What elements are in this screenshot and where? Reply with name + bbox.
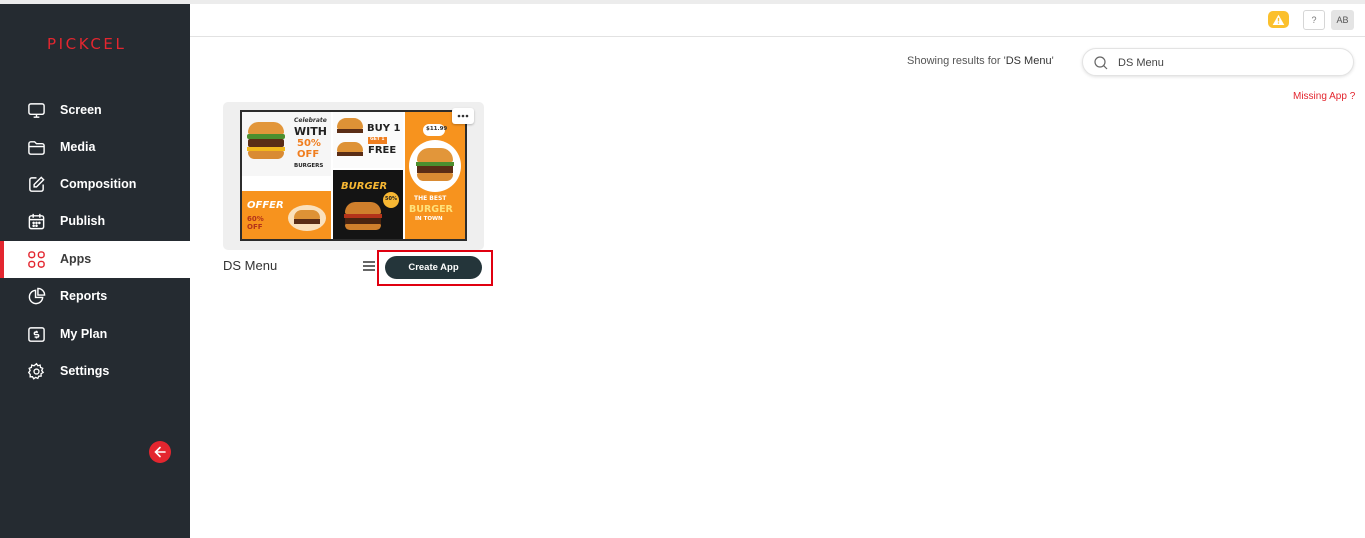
sidebar-item-label: My Plan xyxy=(60,327,108,341)
app-card-more-button[interactable] xyxy=(452,108,474,124)
thumb-panel-dark-burger: BURGER 50% xyxy=(333,170,403,239)
sidebar-item-my-plan[interactable]: My Plan xyxy=(0,316,190,353)
app-card-title: DS Menu xyxy=(223,258,278,273)
search-input[interactable] xyxy=(1118,53,1338,73)
sidebar-item-label: Screen xyxy=(60,103,102,117)
sidebar-item-label: Reports xyxy=(60,289,108,303)
sidebar-item-label: Publish xyxy=(60,214,106,228)
arrow-left-icon xyxy=(154,446,166,458)
search-results-query: DS Menu xyxy=(1005,55,1052,67)
thumb-panel-price: $11.99 THE BEST BURGER IN TOWN xyxy=(405,112,465,239)
hamburger-menu-icon[interactable] xyxy=(362,259,376,273)
calendar-icon xyxy=(27,212,46,231)
missing-app-link[interactable]: Missing App ? xyxy=(1293,91,1355,102)
edit-icon xyxy=(27,175,46,194)
sidebar-item-composition[interactable]: Composition xyxy=(0,166,190,203)
bell-alert-icon xyxy=(1272,14,1285,25)
help-button[interactable]: ? xyxy=(1303,10,1325,30)
sidebar-item-label: Settings xyxy=(60,364,110,378)
gear-icon xyxy=(27,362,46,381)
monitor-icon xyxy=(27,101,46,120)
more-horizontal-icon xyxy=(457,114,469,118)
sidebar-item-publish[interactable]: Publish xyxy=(0,203,190,240)
app-root: PICKCEL Screen Media Composition Publish xyxy=(0,0,1365,538)
app-thumbnail: Celebrate WITH 50% OFF BURGERS BUY 1 GET… xyxy=(240,110,467,241)
sidebar-item-reports[interactable]: Reports xyxy=(0,278,190,315)
avatar[interactable]: AB xyxy=(1331,10,1354,30)
collapse-sidebar-button[interactable] xyxy=(149,441,171,463)
pie-chart-icon xyxy=(27,287,46,306)
search-icon xyxy=(1094,56,1108,70)
sidebar-item-media[interactable]: Media xyxy=(0,129,190,166)
apps-grid-icon xyxy=(27,250,46,269)
dollar-card-icon xyxy=(27,325,46,344)
search-box[interactable] xyxy=(1082,48,1354,76)
pickcel-logo[interactable]: PICKCEL xyxy=(47,35,126,53)
create-app-button[interactable]: Create App xyxy=(385,256,482,279)
sidebar-item-settings[interactable]: Settings xyxy=(0,353,190,390)
notification-button[interactable] xyxy=(1268,11,1289,28)
search-results-text: Showing results for 'DS Menu' xyxy=(907,55,1054,67)
sidebar-item-label: Apps xyxy=(60,252,92,266)
sidebar-item-screen[interactable]: Screen xyxy=(0,92,190,129)
sidebar-item-apps[interactable]: Apps xyxy=(0,241,190,278)
sidebar-item-label: Media xyxy=(60,140,96,154)
sidebar: PICKCEL Screen Media Composition Publish xyxy=(0,4,190,538)
top-bar: ? AB xyxy=(190,4,1365,37)
sidebar-item-label: Composition xyxy=(60,177,137,191)
thumb-panel-celebrate: Celebrate WITH 50% OFF BURGERS xyxy=(242,112,331,176)
thumb-panel-offer: OFFER 60% OFF xyxy=(242,191,331,239)
folder-icon xyxy=(27,138,46,157)
app-card-ds-menu[interactable]: Celebrate WITH 50% OFF BURGERS BUY 1 GET… xyxy=(223,102,484,250)
thumb-panel-buy-one: BUY 1 GET 1 FREE xyxy=(333,112,403,168)
